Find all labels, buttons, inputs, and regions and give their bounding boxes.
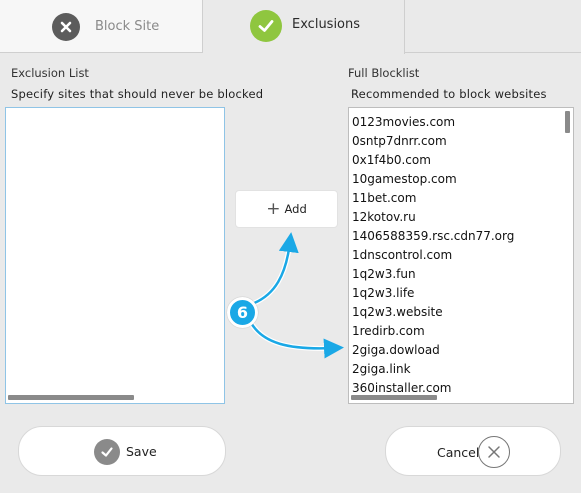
tab-block-site-label: Block Site (95, 19, 160, 34)
tab-exclusions[interactable]: Exclusions (203, 0, 405, 54)
arrow-to-list (248, 320, 344, 359)
exclusion-horizontal-scrollbar[interactable] (8, 395, 134, 400)
blocklist-title: Full Blocklist (348, 66, 420, 80)
cancel-button-label: Cancel (437, 445, 480, 460)
tab-bar: Block Site Exclusions (0, 0, 581, 54)
blocklist-item[interactable]: 2giga.link (352, 360, 573, 379)
blocklist-item[interactable]: 1q2w3.life (352, 284, 573, 303)
exclusion-list-title: Exclusion List (11, 66, 89, 80)
cancel-button[interactable]: Cancel (385, 426, 561, 476)
blocklist-item[interactable]: 1redirb.com (352, 322, 573, 341)
blocklist-item[interactable]: 10gamestop.com (352, 170, 573, 189)
tab-block-site[interactable]: Block Site (0, 0, 203, 53)
blocklist-vertical-scrollbar[interactable] (565, 111, 570, 133)
save-button-label: Save (126, 444, 157, 459)
blocklist-item[interactable]: 11bet.com (352, 189, 573, 208)
blocklist-item[interactable]: 1q2w3.fun (352, 265, 573, 284)
blocklist-list[interactable]: 0123movies.com 0sntp7dnrr.com 0x1f4b0.com 1… (348, 107, 574, 404)
blocklist-item[interactable]: 0x1f4b0.com (352, 151, 573, 170)
blocklist-item[interactable]: 1dnscontrol.com (352, 246, 573, 265)
blocklist-item[interactable]: 1406588359.rsc.cdn77.org (352, 227, 573, 246)
arrow-to-add (251, 232, 299, 306)
tab-exclusions-label: Exclusions (292, 17, 361, 32)
blocklist-subtitle: Recommended to block websites (351, 87, 547, 101)
blocklist-items: 0123movies.com 0sntp7dnrr.com 0x1f4b0.com 1… (349, 108, 573, 398)
blocklist-item[interactable]: 12kotov.ru (352, 208, 573, 227)
add-button[interactable]: + Add (235, 190, 338, 228)
blocklist-horizontal-scrollbar[interactable] (351, 395, 437, 400)
save-button[interactable]: Save (18, 426, 226, 476)
blocklist-item[interactable]: 1q2w3.website (352, 303, 573, 322)
plus-icon: + (266, 198, 281, 219)
blocklist-item[interactable]: 0sntp7dnrr.com (352, 132, 573, 151)
add-button-label: Add (284, 202, 307, 216)
checkmark-icon (250, 10, 282, 42)
close-circle-icon (478, 436, 510, 468)
exclusion-list-subtitle: Specify sites that should never be block… (11, 87, 264, 101)
checkmark-circle-icon (94, 439, 120, 465)
exclusion-list[interactable] (5, 107, 225, 404)
blocklist-item[interactable]: 2giga.dowload (352, 341, 573, 360)
annotation-badge: 6 (227, 297, 258, 328)
blocklist-item[interactable]: 0123movies.com (352, 113, 573, 132)
close-icon (52, 13, 80, 41)
